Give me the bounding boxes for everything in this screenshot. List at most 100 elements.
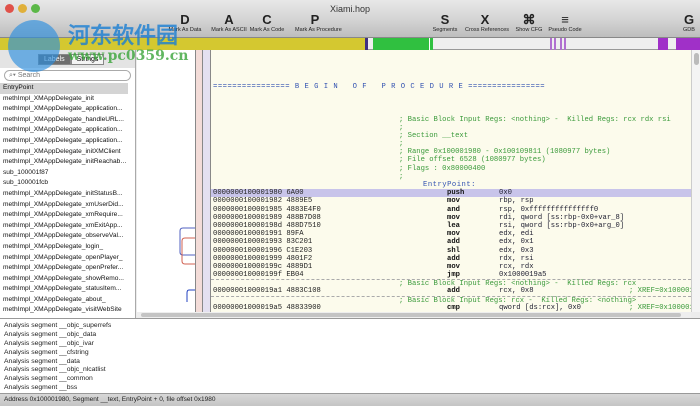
tab-strings[interactable]: Strings <box>70 53 105 65</box>
label-list-item[interactable]: methImpl_XMAppDelegate_observeVal... <box>0 231 128 242</box>
close-button[interactable] <box>5 4 14 13</box>
listing-line[interactable]: 000000010000199c 4889D1 mov rcx, rdx <box>211 263 691 271</box>
instruction-address: 0000000100001989 488B7D08 <box>213 213 321 222</box>
label-list-item[interactable]: sub_100001f87 <box>0 168 128 179</box>
label-list-item[interactable]: methImpl_XMAppDelegate_visitWebSite <box>0 305 128 316</box>
label-list-item[interactable]: methImpl_XMAppDelegate_xmRequire... <box>0 210 128 221</box>
xref-comment[interactable]: ; XREF=0x1000019a9 <box>629 287 691 295</box>
listing-line[interactable]: ; Section __text <box>211 132 691 140</box>
mark-as-ascii-icon: A <box>224 12 234 27</box>
listing-line[interactable]: 0000000100001999 4801F2 add rdx, rsi <box>211 255 691 263</box>
listing-line[interactable] <box>211 91 691 99</box>
label-list-item[interactable]: sub_100001fcb <box>0 178 128 189</box>
listing-line[interactable] <box>211 66 691 74</box>
listing-line[interactable]: 00000001000019a5 48833900 cmp qword [ds:rc… <box>211 304 691 312</box>
label-list-item[interactable]: EntryPoint <box>0 83 128 94</box>
label-list-item[interactable]: methImpl_XMAppDelegate_initXMClient <box>0 147 128 158</box>
listing-line[interactable]: ; File offset 6528 (1080977 bytes) <box>211 156 691 164</box>
listing-line[interactable]: 0000000100001991 89FA mov edx, edi <box>211 230 691 238</box>
instruction-operands: rcx, rdx <box>499 262 534 271</box>
instruction-address: 000000010000199c 4889D1 <box>213 262 313 271</box>
toolbar-button-mark-as-code[interactable]: C Mark As Code <box>247 12 287 34</box>
listing-comment: ; <box>399 172 404 181</box>
listing-line[interactable]: 0000000100001996 C1E203 shl edx, 0x3 <box>211 247 691 255</box>
tab-labels[interactable]: Labels <box>38 53 71 65</box>
listing-line[interactable]: 000000010000199f EB04 jmp 0x1000019a5 <box>211 271 691 279</box>
toolbar-button-show-cfg[interactable]: ⌘ Show CFG <box>509 13 549 34</box>
listing-line[interactable] <box>211 58 691 66</box>
listing-line[interactable]: 0000000100001993 83C201 add edx, 0x1 <box>211 238 691 246</box>
label-list-item[interactable]: methImpl_XMAppDelegate_xmExitApp... <box>0 221 128 232</box>
instruction-mnemonic: push <box>447 189 465 198</box>
instruction-operands: rsi, qword [ss:rbp-0x0+arg_0] <box>499 221 625 230</box>
listing-line[interactable]: ; <box>211 140 691 148</box>
label-list-item[interactable]: methImpl_XMAppDelegate_openPlayer_ <box>0 253 128 264</box>
instruction-operands: edx, 0x1 <box>499 238 534 247</box>
zoom-button[interactable] <box>31 4 40 13</box>
toolbar-button-gdb[interactable]: G GDB <box>669 13 700 34</box>
listing-line[interactable]: ; <box>211 173 691 181</box>
log-line: Analysis segment __objc_data <box>4 330 97 338</box>
toolbar-button-mark-as-procedure[interactable]: P Mark As Procedure <box>295 13 342 34</box>
toolbar-button-segments[interactable]: S Segments <box>425 13 465 34</box>
listing-line[interactable]: 00000001000019a1 4883C108 add rcx, 0x8 ; XR… <box>211 287 691 295</box>
listing-line[interactable]: 0000000100001989 488B7D08 mov rdi, qword [… <box>211 214 691 222</box>
log-line: Analysis segment __common <box>4 375 93 383</box>
listing-line[interactable]: ================ B E G I N O F P R O C E… <box>211 83 691 91</box>
instruction-operands: rcx, 0x8 <box>499 287 534 296</box>
label-list-item[interactable]: methImpl_XMAppDelegate_initReachability <box>0 157 128 168</box>
listing-line[interactable] <box>211 107 691 115</box>
xref-comment[interactable]: ; XREF=0x1000019 <box>629 304 691 312</box>
instruction-mnemonic: mov <box>447 213 460 222</box>
disassembly-listing[interactable]: ================ B E G I N O F P R O C E… <box>211 50 691 312</box>
listing-comment: ; Basic Block Input Regs: <nothing> - Ki… <box>399 115 671 124</box>
listing-line[interactable]: 0000000100001980 6A00 push 0x0 <box>211 189 691 198</box>
label-list-item[interactable]: methImpl_XMAppDelegate_login_ <box>0 242 128 253</box>
search-input[interactable]: ⌕▾ Search <box>4 70 131 81</box>
listing-line[interactable]: 0000000100001982 4889E5 mov rbp, rsp <box>211 197 691 205</box>
instruction-address: 0000000100001985 4883E4F0 <box>213 205 321 214</box>
listing-line[interactable]: ; Range 0x100001980 - 0x100109811 (10809… <box>211 148 691 156</box>
label-list-item[interactable]: methImpl_XMAppDelegate_showRemo... <box>0 274 128 285</box>
toolbar-button-cross-references[interactable]: X Cross References <box>465 12 509 34</box>
instruction-operands: edx, 0x3 <box>499 246 534 255</box>
label-list-item[interactable]: methImpl_XMAppDelegate_statusItem... <box>0 284 128 295</box>
listing-line[interactable]: 000000010000198d 488D7510 lea rsi, qword [… <box>211 222 691 230</box>
instruction-address: 00000001000019a5 48833900 <box>213 303 321 312</box>
listing-line[interactable]: ; <box>211 124 691 132</box>
marker-gutter <box>203 50 211 312</box>
cross-references-icon: X <box>480 12 490 27</box>
segment-bar[interactable] <box>0 38 700 50</box>
mark-as-code-icon: C <box>262 12 272 27</box>
toolbar-button-pseudo-code[interactable]: ≡ Pseudo Code <box>545 13 585 34</box>
label-list-item[interactable]: methImpl_XMAppDelegate_openPrefer... <box>0 263 128 274</box>
instruction-mnemonic: and <box>447 205 460 214</box>
listing-line[interactable]: ; Basic Block Input Regs: <nothing> - Ki… <box>211 116 691 124</box>
label-list-item[interactable]: methImpl_XMAppDelegate_application... <box>0 104 128 115</box>
label-list-item[interactable]: methImpl_XMAppDelegate_init <box>0 94 128 105</box>
vertical-scrollbar[interactable] <box>691 50 700 312</box>
instruction-operands: rsp, 0xfffffffffffffff0 <box>499 205 599 214</box>
listing-line[interactable] <box>211 75 691 83</box>
listing-line[interactable] <box>211 50 691 58</box>
entrypoint-label: EntryPoint: <box>423 181 476 189</box>
label-list-item[interactable]: methImpl_XMAppDelegate_application... <box>0 136 128 147</box>
label-list-item[interactable]: methImpl_XMAppDelegate_xmUserDid... <box>0 200 128 211</box>
listing-line[interactable] <box>211 99 691 107</box>
toolbar-button-mark-as-data[interactable]: D Mark As Data <box>165 13 205 34</box>
instruction-address: 0000000100001980 6A00 <box>213 189 304 198</box>
listing-line[interactable]: ; Flags : 0x80000400 <box>211 165 691 173</box>
log-line: Analysis segment __objc_superrefs <box>4 322 112 329</box>
listing-comment: ; <box>399 140 408 149</box>
instruction-address: 000000010000199f EB04 <box>213 271 304 280</box>
label-list-item[interactable]: methImpl_XMAppDelegate_about_ <box>0 295 128 306</box>
label-list-item[interactable]: methImpl_XMAppDelegate_application... <box>0 125 128 136</box>
listing-line[interactable]: ; Basic Block Input Regs: <nothing> - Ki… <box>211 279 691 288</box>
minimize-button[interactable] <box>18 4 27 13</box>
listing-line[interactable]: EntryPoint: <box>211 181 691 189</box>
listing-line[interactable]: 0000000100001985 4883E4F0 and rsp, 0xfffff… <box>211 206 691 214</box>
listing-line[interactable]: ; Basic Block Input Regs: rcx - Killed R… <box>211 295 691 305</box>
label-list-item[interactable]: methImpl_XMAppDelegate_handleURL... <box>0 115 128 126</box>
label-list-item[interactable]: methImpl_XMAppDelegate_initStatusB... <box>0 189 128 200</box>
toolbar-button-mark-as-ascii[interactable]: A Mark As ASCII <box>209 12 249 34</box>
